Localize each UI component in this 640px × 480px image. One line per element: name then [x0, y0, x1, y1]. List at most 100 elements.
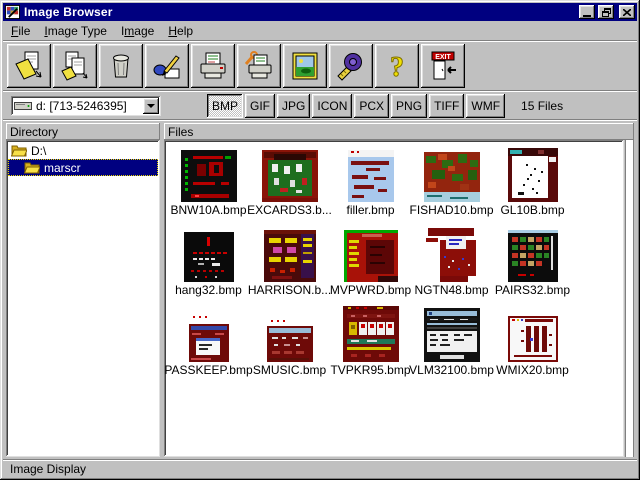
filetype-jpg-button[interactable]: JPG — [277, 94, 310, 118]
file-item-passkeep-bmp[interactable]: PASSKEEP.bmp — [168, 304, 249, 384]
drive-dropdown-button[interactable] — [143, 98, 159, 114]
file-thumbnail — [508, 230, 558, 282]
file-name-label: WMIX20.bmp — [496, 363, 569, 377]
filetype-tiff-button[interactable]: TIFF — [429, 94, 464, 118]
file-name-label: VLM32100.bmp — [409, 363, 494, 377]
app-window: Image Browser FileImage TypeImageHelp — [0, 0, 640, 480]
file-name-label: GL10B.bmp — [500, 203, 564, 217]
status-bar: Image Display — [3, 459, 637, 477]
file-item-hang32-bmp[interactable]: hang32.bmp — [168, 224, 249, 304]
directory-panel: Directory D:\ marscr — [6, 123, 160, 457]
file-item-fishad10-bmp[interactable]: FISHAD10.bmp — [411, 144, 492, 224]
file-thumbnail — [426, 228, 478, 282]
toolbar-help-button[interactable]: ? — [375, 44, 419, 88]
file-type-filter: BMPGIFJPGICONPCXPNGTIFFWMF — [207, 94, 505, 118]
file-name-label: SMUSIC.bmp — [253, 363, 326, 377]
file-item-smusic-bmp[interactable]: SMUSIC.bmp — [249, 304, 330, 384]
file-item-mvpwrd-bmp[interactable]: MVPWRD.bmp — [330, 224, 411, 304]
svg-text:?: ? — [390, 52, 404, 82]
menu-help[interactable]: Help — [161, 22, 200, 40]
drive-icon — [14, 100, 32, 111]
file-thumbnail — [262, 150, 318, 202]
exit-icon: EXIT — [427, 50, 459, 82]
filetype-icon-button[interactable]: ICON — [312, 94, 352, 118]
directory-item-label: marscr — [44, 161, 85, 175]
file-item-harrison-b[interactable]: HARRISON.b... — [249, 224, 330, 304]
files-scrollbar[interactable] — [625, 140, 634, 457]
file-thumbnail — [189, 316, 229, 362]
drive-select-value: d: [713-5246395] — [36, 99, 127, 113]
toolbar-print-setup-button[interactable] — [237, 44, 281, 88]
filetype-gif-button[interactable]: GIF — [245, 94, 275, 118]
toolbar-copy-button[interactable] — [53, 44, 97, 88]
delete-icon — [105, 50, 137, 82]
close-button[interactable] — [619, 5, 635, 19]
directory-tree: D:\ marscr — [6, 140, 160, 457]
restore-button[interactable] — [598, 5, 614, 19]
file-item-excards3-b[interactable]: EXCARDS3.b... — [249, 144, 330, 224]
file-thumbnail — [344, 230, 398, 282]
file-item-filler-bmp[interactable]: filler.bmp — [330, 144, 411, 224]
filetype-bmp-button[interactable]: BMP — [207, 94, 243, 118]
menu-image-type[interactable]: Image Type — [37, 22, 114, 40]
help-icon: ? — [381, 50, 413, 82]
minimize-icon — [583, 15, 591, 17]
file-item-vlm32100-bmp[interactable]: VLM32100.bmp — [411, 304, 492, 384]
filetype-wmf-button[interactable]: WMF — [466, 94, 505, 118]
window-title: Image Browser — [24, 5, 576, 19]
file-thumbnail — [348, 150, 394, 202]
picture-icon — [289, 50, 321, 82]
menu-bar: FileImage TypeImageHelp — [3, 21, 637, 40]
menu-file[interactable]: File — [4, 22, 37, 40]
toolbar-print-button[interactable] — [191, 44, 235, 88]
file-thumbnail — [264, 230, 316, 282]
file-thumbnail — [267, 320, 313, 362]
directory-header: Directory — [6, 123, 160, 140]
files-panel: Files BNW10A.bmpEXCARDS3.b... filler.bmp F… — [164, 123, 634, 457]
toolbar-measure-button[interactable] — [329, 44, 373, 88]
file-item-wmix20-bmp[interactable]: WMIX20.bmp — [492, 304, 573, 384]
menu-image[interactable]: Image — [114, 22, 161, 40]
file-thumbnail — [508, 316, 558, 362]
file-item-ngtn48-bmp[interactable]: NGTN48.bmp — [411, 224, 492, 304]
measure-icon — [335, 50, 367, 82]
files-grid: BNW10A.bmpEXCARDS3.b... filler.bmp FISHAD1… — [164, 140, 624, 457]
file-name-label: PAIRS32.bmp — [495, 283, 570, 297]
print-setup-icon — [243, 50, 275, 82]
file-count-label: 15 Files — [521, 99, 563, 113]
toolbar-exit-button[interactable]: EXIT — [421, 44, 465, 88]
file-thumbnail — [424, 152, 480, 202]
files-header: Files — [164, 123, 634, 140]
filter-bar: d: [713-5246395] BMPGIFJPGICONPCXPNGTIFF… — [3, 92, 637, 119]
status-text: Image Display — [10, 462, 86, 476]
print-icon — [197, 50, 229, 82]
file-name-label: MVPWRD.bmp — [330, 283, 411, 297]
filetype-png-button[interactable]: PNG — [391, 94, 427, 118]
directory-item-d[interactable]: D:\ — [8, 142, 158, 159]
file-name-label: BNW10A.bmp — [170, 203, 246, 217]
file-thumbnail — [181, 150, 237, 202]
directory-item-marscr[interactable]: marscr — [8, 159, 158, 176]
file-thumbnail — [508, 148, 558, 202]
file-name-label: filler.bmp — [346, 203, 394, 217]
file-item-pairs32-bmp[interactable]: PAIRS32.bmp — [492, 224, 573, 304]
file-item-gl10b-bmp[interactable]: GL10B.bmp — [492, 144, 573, 224]
toolbar-delete-button[interactable] — [99, 44, 143, 88]
toolbar-image-display-button[interactable] — [283, 44, 327, 88]
folder-icon — [11, 145, 27, 157]
file-name-label: FISHAD10.bmp — [409, 203, 493, 217]
drive-select[interactable]: d: [713-5246395] — [11, 96, 161, 116]
toolbar-open-button[interactable] — [7, 44, 51, 88]
file-item-bnw10a-bmp[interactable]: BNW10A.bmp — [168, 144, 249, 224]
copy-icon — [59, 50, 91, 82]
toolbar: ? EXIT — [3, 42, 637, 90]
file-name-label: hang32.bmp — [175, 283, 242, 297]
file-item-tvpkr95-bmp[interactable]: TVPKR95.bmp — [330, 304, 411, 384]
toolbar-edit-button[interactable] — [145, 44, 189, 88]
file-name-label: NGTN48.bmp — [414, 283, 488, 297]
chevron-down-icon — [147, 104, 155, 108]
close-icon — [623, 9, 631, 16]
filetype-pcx-button[interactable]: PCX — [354, 94, 389, 118]
directory-item-label: D:\ — [31, 144, 50, 158]
minimize-button[interactable] — [579, 5, 595, 19]
